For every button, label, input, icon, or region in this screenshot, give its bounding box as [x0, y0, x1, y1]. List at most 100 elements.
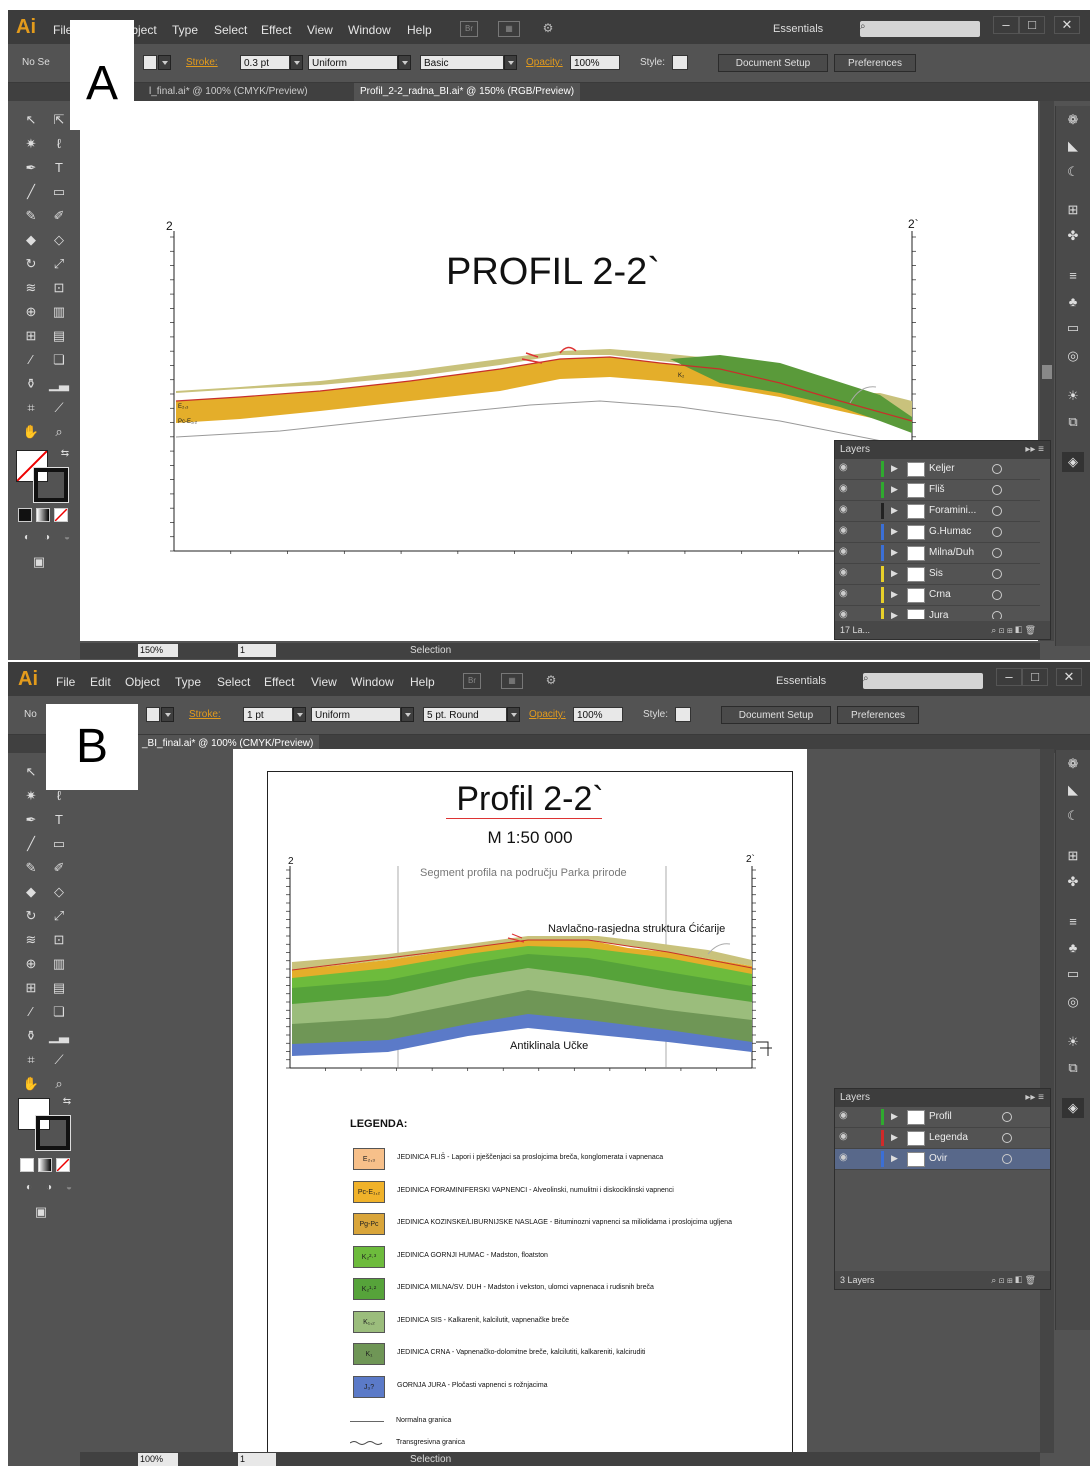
- color-guide-icon[interactable]: ◣: [1062, 780, 1084, 800]
- stroke-panel-icon[interactable]: ≡: [1062, 912, 1084, 932]
- workspace-switcher[interactable]: Essentials: [773, 23, 823, 35]
- chevron-down-icon[interactable]: [504, 55, 517, 70]
- opacity-input[interactable]: 100%: [570, 55, 620, 70]
- search-input[interactable]: ⌕: [860, 21, 980, 37]
- direct-selection-tool-icon[interactable]: ⇱: [48, 110, 70, 130]
- zoom-level-input[interactable]: 150%: [138, 644, 178, 657]
- workspace-switcher[interactable]: Essentials: [776, 675, 826, 687]
- expand-triangle-icon[interactable]: ▶: [891, 568, 898, 579]
- draw-normal-icon[interactable]: ◐: [18, 1178, 40, 1198]
- stroke-color-swatch[interactable]: [146, 707, 160, 722]
- menu-object[interactable]: Object: [125, 675, 160, 689]
- layer-name[interactable]: Milna/Duh: [929, 547, 974, 558]
- layer-row[interactable]: ◉ ▶ G.Humac: [835, 522, 1040, 543]
- target-circle-icon[interactable]: [992, 464, 1002, 474]
- expand-triangle-icon[interactable]: ▶: [891, 1111, 898, 1122]
- gradient-tool-icon[interactable]: ▤: [48, 326, 70, 346]
- shape-builder-icon[interactable]: ⊕: [20, 954, 42, 974]
- selection-tool-icon[interactable]: ↖: [20, 762, 42, 782]
- graphic-style-swatch[interactable]: [675, 707, 691, 722]
- draw-normal-icon[interactable]: ◐: [16, 528, 38, 548]
- tab-document-1[interactable]: l_final.ai* @ 100% (CMYK/Preview): [143, 83, 314, 101]
- expand-triangle-icon[interactable]: ▶: [891, 1153, 898, 1164]
- mesh-tool-icon[interactable]: ⊞: [20, 326, 42, 346]
- layer-name[interactable]: Keljer: [929, 463, 955, 474]
- perspective-grid-icon[interactable]: ▥: [48, 302, 70, 322]
- pencil-icon[interactable]: ✐: [48, 206, 70, 226]
- layer-row[interactable]: ◉ ▶ Foramini...: [835, 501, 1040, 522]
- gradient-mode-icon[interactable]: [36, 508, 50, 522]
- close-button[interactable]: ✕: [1056, 668, 1082, 686]
- slice-tool-icon[interactable]: ⟋: [48, 398, 70, 418]
- blend-tool-icon[interactable]: ❏: [48, 1002, 70, 1022]
- artboards-icon[interactable]: ⧉: [1062, 1058, 1084, 1078]
- color-panel-icon[interactable]: ❁: [1062, 754, 1084, 774]
- visibility-eye-icon[interactable]: ◉: [839, 1153, 853, 1163]
- target-circle-icon[interactable]: [992, 548, 1002, 558]
- scale-tool-icon[interactable]: ⤢: [48, 254, 70, 274]
- draw-inside-icon[interactable]: ◒: [56, 528, 78, 548]
- type-tool-icon[interactable]: T: [48, 810, 70, 830]
- menu-effect[interactable]: Effect: [261, 23, 291, 37]
- artboard-number-input[interactable]: 1: [238, 644, 276, 657]
- color-guide-icon[interactable]: ◣: [1062, 136, 1084, 156]
- artboard-tool-icon[interactable]: ⌗: [20, 398, 42, 418]
- paintbrush-icon[interactable]: ✎: [20, 858, 42, 878]
- stroke-swatch[interactable]: [33, 467, 69, 503]
- expand-triangle-icon[interactable]: ▶: [891, 1132, 898, 1143]
- hand-tool-icon[interactable]: ✋: [20, 422, 42, 442]
- appearance-icon[interactable]: ♣: [1062, 292, 1084, 312]
- preferences-button[interactable]: Preferences: [834, 54, 916, 72]
- document-setup-button[interactable]: Document Setup: [718, 54, 828, 72]
- chevron-down-icon[interactable]: [158, 55, 171, 70]
- warp-tool-icon[interactable]: ≋: [20, 930, 42, 950]
- symbols-icon[interactable]: ✤: [1062, 226, 1084, 246]
- minimize-button[interactable]: –: [993, 16, 1019, 34]
- visibility-eye-icon[interactable]: ◉: [839, 547, 853, 557]
- stroke-swatch[interactable]: [35, 1115, 71, 1151]
- maximize-button[interactable]: □: [1019, 16, 1045, 34]
- color-mode-icon[interactable]: [20, 1158, 34, 1172]
- menu-type[interactable]: Type: [172, 23, 198, 37]
- type-tool-icon[interactable]: T: [48, 158, 70, 178]
- target-circle-icon[interactable]: [992, 527, 1002, 537]
- magic-wand-icon[interactable]: ✷: [20, 786, 42, 806]
- arrange-documents-icon[interactable]: ▦: [501, 673, 523, 689]
- rectangle-tool-icon[interactable]: ▭: [48, 182, 70, 202]
- swatches-icon[interactable]: ⊞: [1062, 200, 1084, 220]
- expand-triangle-icon[interactable]: ▶: [891, 526, 898, 537]
- menu-help[interactable]: Help: [407, 23, 432, 37]
- stroke-panel-icon[interactable]: ≡: [1062, 266, 1084, 286]
- tab-document-2[interactable]: Profil_2-2_radna_BI.ai* @ 150% (RGB/Prev…: [354, 83, 581, 101]
- menu-view[interactable]: View: [307, 23, 333, 37]
- variable-width-profile[interactable]: Uniform: [308, 55, 398, 70]
- perspective-grid-icon[interactable]: ▥: [48, 954, 70, 974]
- menu-file[interactable]: File: [56, 675, 75, 689]
- stroke-weight-input[interactable]: 1 pt: [243, 707, 293, 722]
- expand-triangle-icon[interactable]: ▶: [891, 505, 898, 516]
- minimize-button[interactable]: –: [996, 668, 1022, 686]
- maximize-button[interactable]: □: [1022, 668, 1048, 686]
- layers-panel-icon[interactable]: ◈: [1062, 452, 1084, 472]
- none-mode-icon[interactable]: [56, 1158, 70, 1172]
- screen-mode-icon[interactable]: ▣: [30, 1202, 52, 1222]
- artboards-icon[interactable]: ⧉: [1062, 412, 1084, 432]
- chevron-down-icon[interactable]: [293, 707, 306, 722]
- graphic-styles-icon[interactable]: ☀: [1062, 1032, 1084, 1052]
- layer-name[interactable]: Sis: [929, 568, 943, 579]
- layers-panel-icon[interactable]: ◈: [1062, 1098, 1084, 1118]
- free-transform-icon[interactable]: ⊡: [48, 278, 70, 298]
- visibility-eye-icon[interactable]: ◉: [839, 463, 853, 473]
- panel-menu-icon[interactable]: ▸▸ ≡: [1025, 441, 1044, 459]
- chevron-down-icon[interactable]: [401, 707, 414, 722]
- slice-tool-icon[interactable]: ⟋: [48, 1050, 70, 1070]
- menu-select[interactable]: Select: [217, 675, 250, 689]
- visibility-eye-icon[interactable]: ◉: [839, 610, 853, 620]
- mesh-tool-icon[interactable]: ⊞: [20, 978, 42, 998]
- opacity-input[interactable]: 100%: [573, 707, 623, 722]
- brush-definition[interactable]: 5 pt. Round: [423, 707, 507, 722]
- layer-name[interactable]: Fliš: [929, 484, 945, 495]
- variable-width-profile[interactable]: Uniform: [311, 707, 401, 722]
- eraser-icon[interactable]: ◇: [48, 882, 70, 902]
- screen-mode-icon[interactable]: ▣: [28, 552, 50, 572]
